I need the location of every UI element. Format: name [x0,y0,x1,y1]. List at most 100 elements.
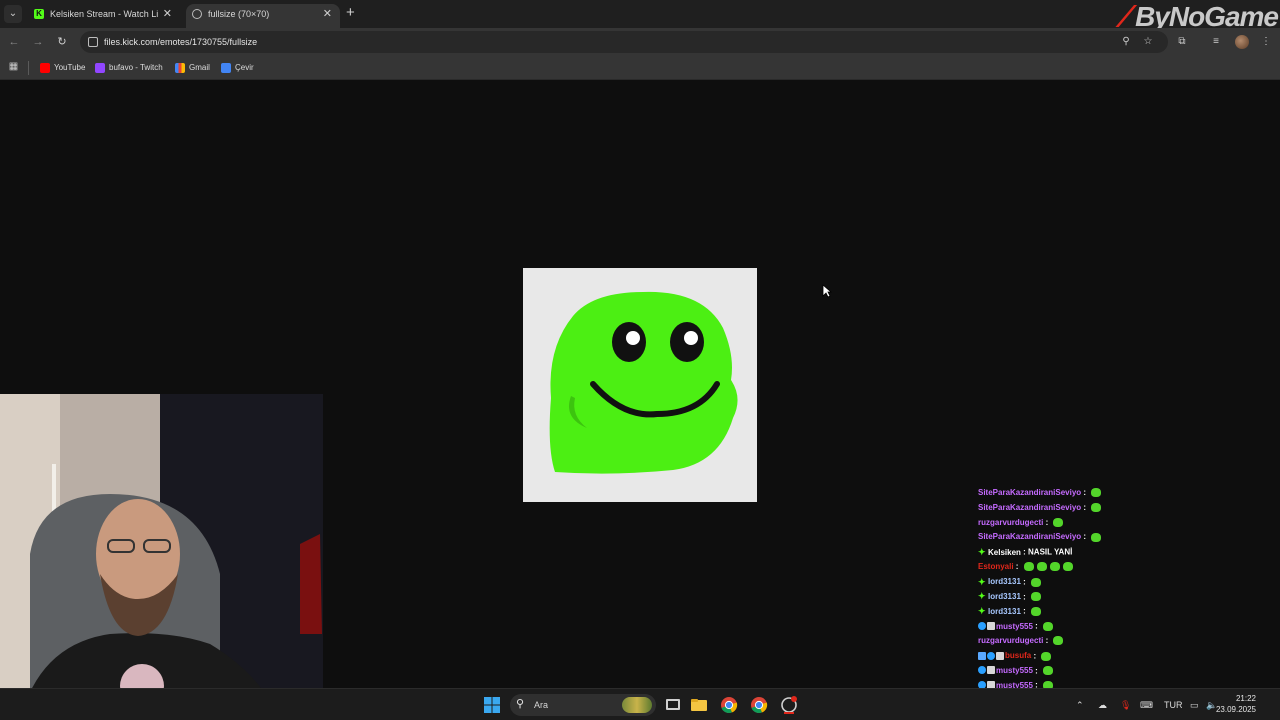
chat-badges [978,619,996,634]
microphone-icon[interactable]: 🎙 [1120,697,1131,713]
chat-message: musty555 : [978,619,1178,634]
chat-message: ✦ lord3131 : [978,590,1178,605]
kick-favicon-icon: K [34,9,44,19]
windows-taskbar: ⚲ Ara ⌃ ☁ 🎙 ⌨ TUR ▭ 🔈 21:22 23.09.2025 [0,688,1280,720]
chat-message: musty555 : [978,664,1178,679]
bookmark-star-icon[interactable]: ☆ [1140,34,1156,50]
chat-separator: : [1020,547,1029,557]
show-hidden-icons-chevron-icon[interactable]: ⌃ [1076,697,1084,713]
site-info-icon[interactable] [88,37,98,47]
windows-start-icon[interactable] [484,697,500,713]
chat-username[interactable]: SiteParaKazandiraniSeviyo [978,486,1081,501]
reload-icon[interactable]: ↻ [54,34,70,50]
chat-username[interactable]: SiteParaKazandiraniSeviyo [978,530,1081,545]
chat-username[interactable]: lord3131 [988,590,1021,605]
bookmark-bufavo-twitch[interactable]: bufavo - Twitch [95,60,163,76]
chat-username[interactable]: SiteParaKazandiraniSeviyo [978,501,1081,516]
network-icon[interactable]: ▭ [1190,697,1199,713]
tab-search-chevron-icon[interactable]: ⌄ [4,5,22,23]
chat-badges [978,649,1005,664]
chrome-icon[interactable] [720,696,738,714]
chat-username[interactable]: ruzgarvurdugecti [978,516,1043,531]
chat-text: NASIL YANİ [1028,547,1073,557]
keyboard-icon[interactable]: ⌨ [1140,697,1153,713]
chat-username[interactable]: busufa [1005,649,1031,664]
box-badge-icon [996,651,1004,660]
tab-fullsize[interactable]: fullsize (70×70) ✕ [186,4,340,28]
blue-badge-icon [978,666,986,675]
chat-username[interactable]: lord3131 [988,575,1021,590]
media-controls-icon[interactable]: ≡ [1208,34,1224,50]
green-blob-emote-icon [1036,562,1047,572]
search-placeholder: Ara [534,700,549,710]
box-badge-icon [987,622,995,631]
smiling-green-blob-emote-icon [549,291,738,474]
chat-username[interactable]: Kelsiken [988,546,1021,561]
chat-message: ✦ lord3131 : [978,575,1178,590]
bookmark-youtube[interactable]: YouTube [40,60,85,76]
green-blob-emote-icon [1053,517,1064,527]
chrome-icon[interactable] [750,696,768,714]
chat-username[interactable]: Estonyali [978,560,1014,575]
chat-username[interactable]: musty555 [996,620,1033,635]
onedrive-cloud-icon[interactable]: ☁ [1098,697,1107,713]
chat-badges: ✦ [978,575,988,590]
forward-arrow-icon[interactable]: → [30,34,46,50]
clock-date: 23.09.2025 [1215,705,1256,714]
taskbar-search[interactable]: ⚲ Ara [510,694,656,716]
file-explorer-icon[interactable] [690,696,708,714]
green-blob-emote-icon [1062,562,1073,572]
chat-badges: ✦ [978,545,988,560]
gmail-icon [175,63,185,73]
chat-message: busufa : [978,649,1178,664]
recording-app-icon[interactable] [780,696,798,714]
chat-message: Estonyali : [978,560,1178,575]
chat-badges [978,664,996,679]
bookmarks-bar: ▦ YouTube bufavo - Twitch Gmail Çevir [0,56,1280,80]
system-clock[interactable]: 21:22 23.09.2025 [1216,693,1256,715]
search-icon: ⚲ [516,698,525,710]
chat-separator: : [1031,651,1039,661]
chat-username[interactable]: ruzgarvurdugecti [978,634,1043,649]
blue-badge-icon [987,651,995,660]
close-tab-icon[interactable]: ✕ [323,4,332,24]
address-bar[interactable]: files.kick.com/emotes/1730755/fullsize ⚲… [80,31,1168,53]
search-highlight-image [622,697,652,713]
task-view-icon[interactable] [664,696,682,714]
chat-separator: : [1013,561,1021,571]
globe-icon [192,9,202,19]
green-blob-emote-icon [1043,622,1054,632]
chat-message: SiteParaKazandiraniSeviyo : [978,530,1178,545]
star-badge-icon: ✦ [978,606,986,617]
green-blob-emote-icon [1043,666,1054,676]
green-blob-emote-icon [1091,532,1102,542]
back-arrow-icon[interactable]: ← [6,34,22,50]
chat-username[interactable]: lord3131 [988,605,1021,620]
blue-badge-icon [978,622,986,631]
bookmark-gmail[interactable]: Gmail [175,60,210,76]
emote-image[interactable] [523,268,757,502]
url-text[interactable]: files.kick.com/emotes/1730755/fullsize [104,31,257,53]
green-blob-emote-icon [1031,607,1042,617]
chat-overlay: SiteParaKazandiraniSeviyo : SiteParaKaza… [978,486,1178,693]
chat-message: ruzgarvurdugecti : [978,516,1178,531]
apps-grid-icon[interactable]: ▦ [8,61,19,72]
close-tab-icon[interactable]: ✕ [163,4,172,24]
chat-username[interactable]: musty555 [996,664,1033,679]
chat-separator: : [1081,532,1089,542]
chat-separator: : [1081,502,1089,512]
chat-message: ✦ Kelsiken : NASIL YANİ [978,545,1178,560]
extensions-puzzle-icon[interactable]: ⧉ [1174,34,1190,50]
menu-kebab-icon[interactable]: ⋮ [1258,34,1274,50]
chat-separator: : [1020,577,1029,587]
zoom-icon[interactable]: ⚲ [1118,34,1134,50]
tab-kelsiken-stream[interactable]: K Kelsiken Stream - Watch Live o ✕ [28,4,180,28]
bookmark-translate[interactable]: Çevir [221,60,254,76]
chat-message: ruzgarvurdugecti : [978,634,1178,649]
new-tab-plus-icon[interactable]: + [346,5,355,21]
profile-avatar[interactable] [1235,35,1249,49]
input-language[interactable]: TUR [1164,697,1183,713]
box-badge-icon [987,666,995,675]
tab-strip: ⌄ K Kelsiken Stream - Watch Live o ✕ ful… [0,0,1280,32]
chat-separator: : [1043,517,1051,527]
